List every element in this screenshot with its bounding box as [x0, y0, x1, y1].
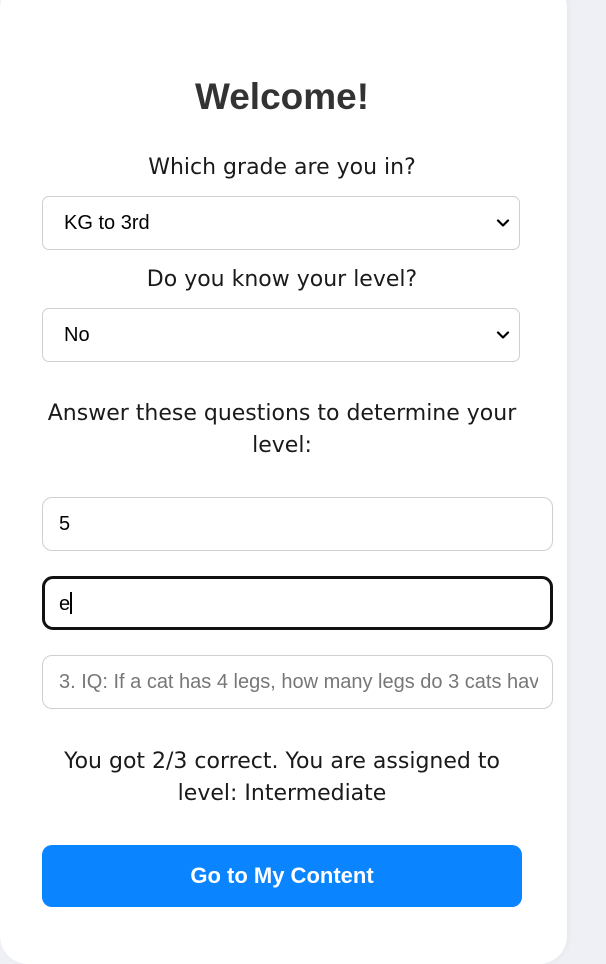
- result-message: You got 2/3 correct. You are assigned to…: [64, 749, 500, 806]
- grade-select-value: KG to 3rd: [64, 212, 150, 234]
- answer-1-input[interactable]: 5: [42, 497, 553, 551]
- level-known-select[interactable]: No: [42, 308, 520, 362]
- chevron-down-icon: [496, 331, 510, 339]
- answer-3-placeholder: 3. IQ: If a cat has 4 legs, how many leg…: [59, 671, 538, 693]
- page-title: Welcome!: [194, 76, 370, 117]
- grade-label: Which grade are you in?: [148, 155, 416, 180]
- answer-2-input[interactable]: e: [42, 576, 553, 630]
- answer-1-value: 5: [59, 513, 71, 535]
- answer-2-text: e: [59, 593, 71, 615]
- go-to-content-button[interactable]: Go to My Content: [42, 845, 522, 907]
- quiz-prompt: Answer these questions to determine your…: [47, 401, 517, 458]
- grade-select[interactable]: KG to 3rd: [42, 196, 520, 250]
- welcome-card: [0, 0, 567, 964]
- answer-2-value: e: [59, 592, 73, 616]
- chevron-down-icon: [496, 219, 510, 227]
- text-caret: [70, 592, 73, 614]
- level-known-label: Do you know your level?: [146, 267, 418, 292]
- answer-3-input[interactable]: 3. IQ: If a cat has 4 legs, how many leg…: [42, 655, 553, 709]
- level-known-select-value: No: [64, 324, 90, 346]
